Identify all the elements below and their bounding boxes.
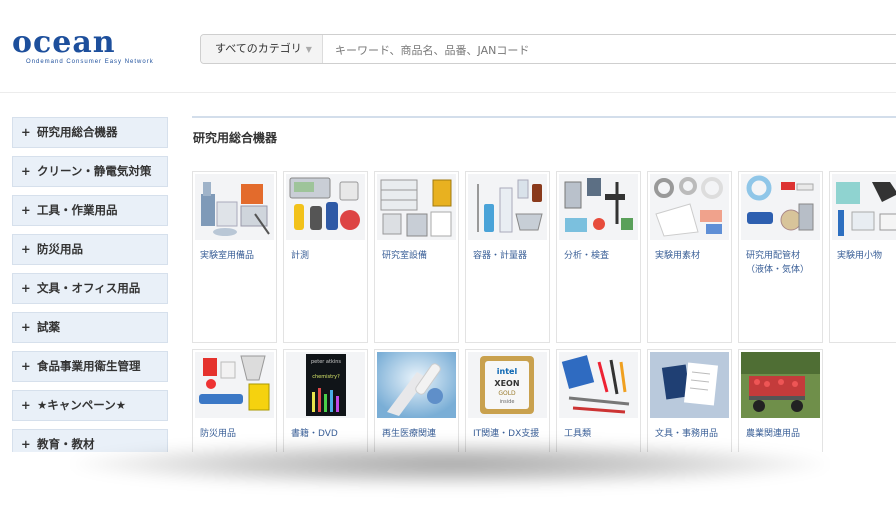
category-card-containers[interactable]: 容器・計量器: [465, 171, 550, 343]
category-card-analysis[interactable]: 分析・検査: [556, 171, 641, 343]
card-label: 容器・計量器: [473, 251, 528, 261]
plus-icon: +: [21, 359, 31, 373]
tools-image: [559, 352, 638, 418]
sidebar-item-clean-antistatic[interactable]: + クリーン・静電気対策: [12, 156, 168, 187]
book-title: chemistry?: [312, 374, 340, 380]
plus-icon: +: [21, 242, 31, 256]
chip-tier: GOLD: [498, 390, 516, 397]
sidebar-item-disaster[interactable]: + 防災用品: [12, 234, 168, 265]
category-card-piping[interactable]: 研究用配管材 （液体・気体）: [738, 171, 823, 343]
containers-image: [468, 174, 547, 240]
card-label: 計測: [291, 251, 310, 261]
card-label: 工具類: [564, 429, 592, 439]
section-divider: [192, 116, 896, 118]
search-input[interactable]: [333, 39, 896, 61]
sidebar-item-reagents[interactable]: + 試薬: [12, 312, 168, 343]
regenerative-medicine-image: [377, 352, 456, 418]
plus-icon: +: [21, 281, 31, 295]
logo-tagline: Ondemand Consumer Easy Network: [26, 59, 154, 65]
card-label: 実験室用備品: [200, 251, 255, 261]
sidebar-item-label: 工具・作業用品: [37, 203, 118, 217]
plus-icon: +: [21, 203, 31, 217]
category-card-regenerative[interactable]: 再生医療関連: [374, 349, 459, 452]
plus-icon: +: [21, 125, 31, 139]
site-header: ocean Ondemand Consumer Easy Network すべて…: [0, 0, 896, 92]
sidebar-item-research-equipment[interactable]: + 研究用総合機器: [12, 117, 168, 148]
card-label: IT関連・DX支援: [473, 429, 540, 439]
category-card-office[interactable]: 文具・事務用品: [647, 349, 732, 452]
plus-icon: +: [21, 437, 31, 451]
lab-facility-image: [377, 174, 456, 240]
stationery-image: [650, 352, 729, 418]
sidebar-item-label: 研究用総合機器: [37, 125, 118, 139]
small-items-image: [832, 174, 896, 240]
ocean-logo[interactable]: ocean Ondemand Consumer Easy Network: [12, 28, 172, 68]
materials-image: [650, 174, 729, 240]
sidebar-item-tools[interactable]: + 工具・作業用品: [12, 195, 168, 226]
disaster-kit-image: [195, 352, 274, 418]
category-card-materials[interactable]: 実験用素材: [647, 171, 732, 343]
category-sidebar: + 研究用総合機器 + クリーン・静電気対策 + 工具・作業用品 + 防災用品 + 文具・…: [12, 117, 168, 452]
card-label: 書籍・DVD: [291, 429, 338, 439]
page: ocean Ondemand Consumer Easy Network すべて…: [0, 0, 896, 452]
category-card-lab-equipment[interactable]: 実験室用備品: [192, 171, 277, 343]
plus-icon: +: [21, 164, 31, 178]
search-bar: すべてのカテゴリ ▼: [200, 34, 896, 64]
section-title: 研究用総合機器: [193, 131, 278, 145]
sidebar-item-stationery[interactable]: + 文具・オフィス用品: [12, 273, 168, 304]
card-label: 実験用小物: [837, 251, 883, 261]
chip-inside: inside: [500, 399, 515, 405]
book-author: peter atkins: [311, 359, 341, 365]
category-card-disaster[interactable]: 防災用品: [192, 349, 277, 452]
chevron-down-icon: ▼: [305, 45, 312, 54]
header-divider: [0, 92, 896, 93]
category-card-small-items[interactable]: 実験用小物: [829, 171, 896, 343]
card-label: 研究室設備: [382, 251, 428, 261]
piping-image: [741, 174, 820, 240]
chip-brand: intel: [497, 367, 518, 376]
category-select[interactable]: すべてのカテゴリ ▼: [201, 35, 323, 63]
sidebar-item-label: クリーン・静電気対策: [37, 164, 152, 178]
category-card-agriculture[interactable]: 農業関連用品: [738, 349, 823, 452]
agriculture-image: [741, 352, 820, 418]
plus-icon: +: [21, 398, 31, 412]
category-card-it-dx[interactable]: intel XEON GOLD inside IT関連・DX支援: [465, 349, 550, 452]
category-card-measurement[interactable]: 計測: [283, 171, 368, 343]
sidebar-item-campaign[interactable]: + ★キャンペーン★: [12, 390, 168, 421]
sidebar-item-food-hygiene[interactable]: + 食品事業用衛生管理: [12, 351, 168, 382]
card-label: 防災用品: [200, 429, 237, 439]
card-label: 文具・事務用品: [655, 429, 719, 439]
lab-equipment-image: [195, 174, 274, 240]
sidebar-item-education[interactable]: + 教育・教材: [12, 429, 168, 452]
sidebar-item-label: ★キャンペーン★: [37, 398, 127, 412]
category-card-books[interactable]: peter atkins chemistry? 書籍・DVD: [283, 349, 368, 452]
card-label: 再生医療関連: [382, 429, 437, 439]
card-label: 実験用素材: [655, 251, 701, 261]
sidebar-item-label: 教育・教材: [37, 437, 95, 451]
sidebar-item-label: 文具・オフィス用品: [37, 281, 141, 295]
plus-icon: +: [21, 320, 31, 334]
card-label: 分析・検査: [564, 251, 610, 261]
sidebar-item-label: 食品事業用衛生管理: [37, 359, 141, 373]
category-card-lab-facility[interactable]: 研究室設備: [374, 171, 459, 343]
page-drop-shadow: [70, 440, 830, 488]
sidebar-item-label: 防災用品: [37, 242, 83, 256]
analysis-image: [559, 174, 638, 240]
sidebar-item-label: 試薬: [37, 320, 60, 334]
book-image: peter atkins chemistry?: [286, 352, 365, 418]
category-select-label: すべてのカテゴリ: [215, 42, 302, 55]
measuring-instruments-image: [286, 174, 365, 240]
logo-wordmark: ocean: [12, 25, 116, 60]
cpu-chip-image: intel XEON GOLD inside: [468, 352, 547, 418]
card-label: 研究用配管材 （液体・気体）: [746, 251, 810, 275]
card-label: 農業関連用品: [746, 429, 801, 439]
chip-name: XEON: [494, 379, 519, 388]
category-card-tools[interactable]: 工具類: [556, 349, 641, 452]
